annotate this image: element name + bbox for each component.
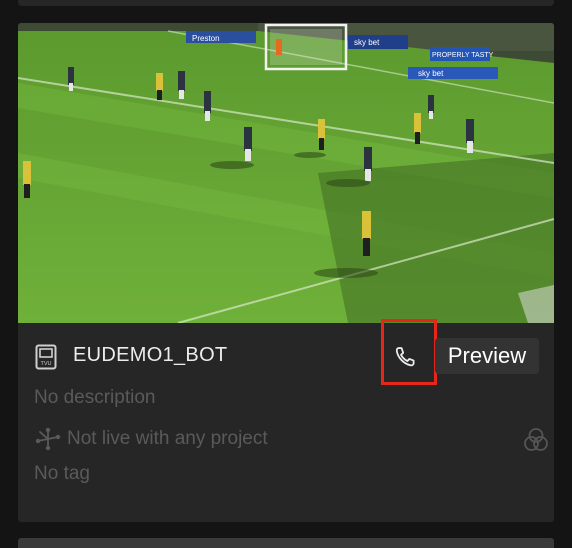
device-info-row: TVU EUDEMO1_BOT Preview bbox=[18, 319, 554, 385]
billboard-text-3: PROPERLY TASTY bbox=[432, 52, 494, 59]
device-card[interactable]: Preston sky bet PROPERLY TASTY sky bet T… bbox=[18, 23, 554, 522]
device-name: EUDEMO1_BOT bbox=[73, 344, 228, 366]
project-status-row: Not live with any project bbox=[34, 426, 554, 452]
billboard-text-4: sky bet bbox=[418, 69, 444, 78]
video-thumbnail[interactable]: Preston sky bet PROPERLY TASTY sky bet bbox=[18, 23, 554, 323]
device-tag: No tag bbox=[34, 463, 90, 484]
billboard-text-2: sky bet bbox=[354, 38, 380, 47]
billboard-text-1: Preston bbox=[192, 34, 220, 43]
football-pitch-image: Preston sky bet PROPERLY TASTY sky bet bbox=[18, 23, 554, 323]
project-status-text: Not live with any project bbox=[67, 428, 268, 449]
preview-button[interactable]: Preview bbox=[435, 338, 539, 374]
next-card-edge bbox=[18, 538, 554, 548]
network-nodes-icon bbox=[34, 427, 62, 451]
device-description: No description bbox=[34, 387, 156, 408]
previous-card-edge bbox=[18, 0, 554, 6]
phone-icon[interactable] bbox=[390, 342, 420, 372]
tvu-device-icon: TVU bbox=[35, 344, 57, 370]
color-circles-icon[interactable] bbox=[522, 426, 550, 454]
svg-text:TVU: TVU bbox=[41, 361, 52, 367]
